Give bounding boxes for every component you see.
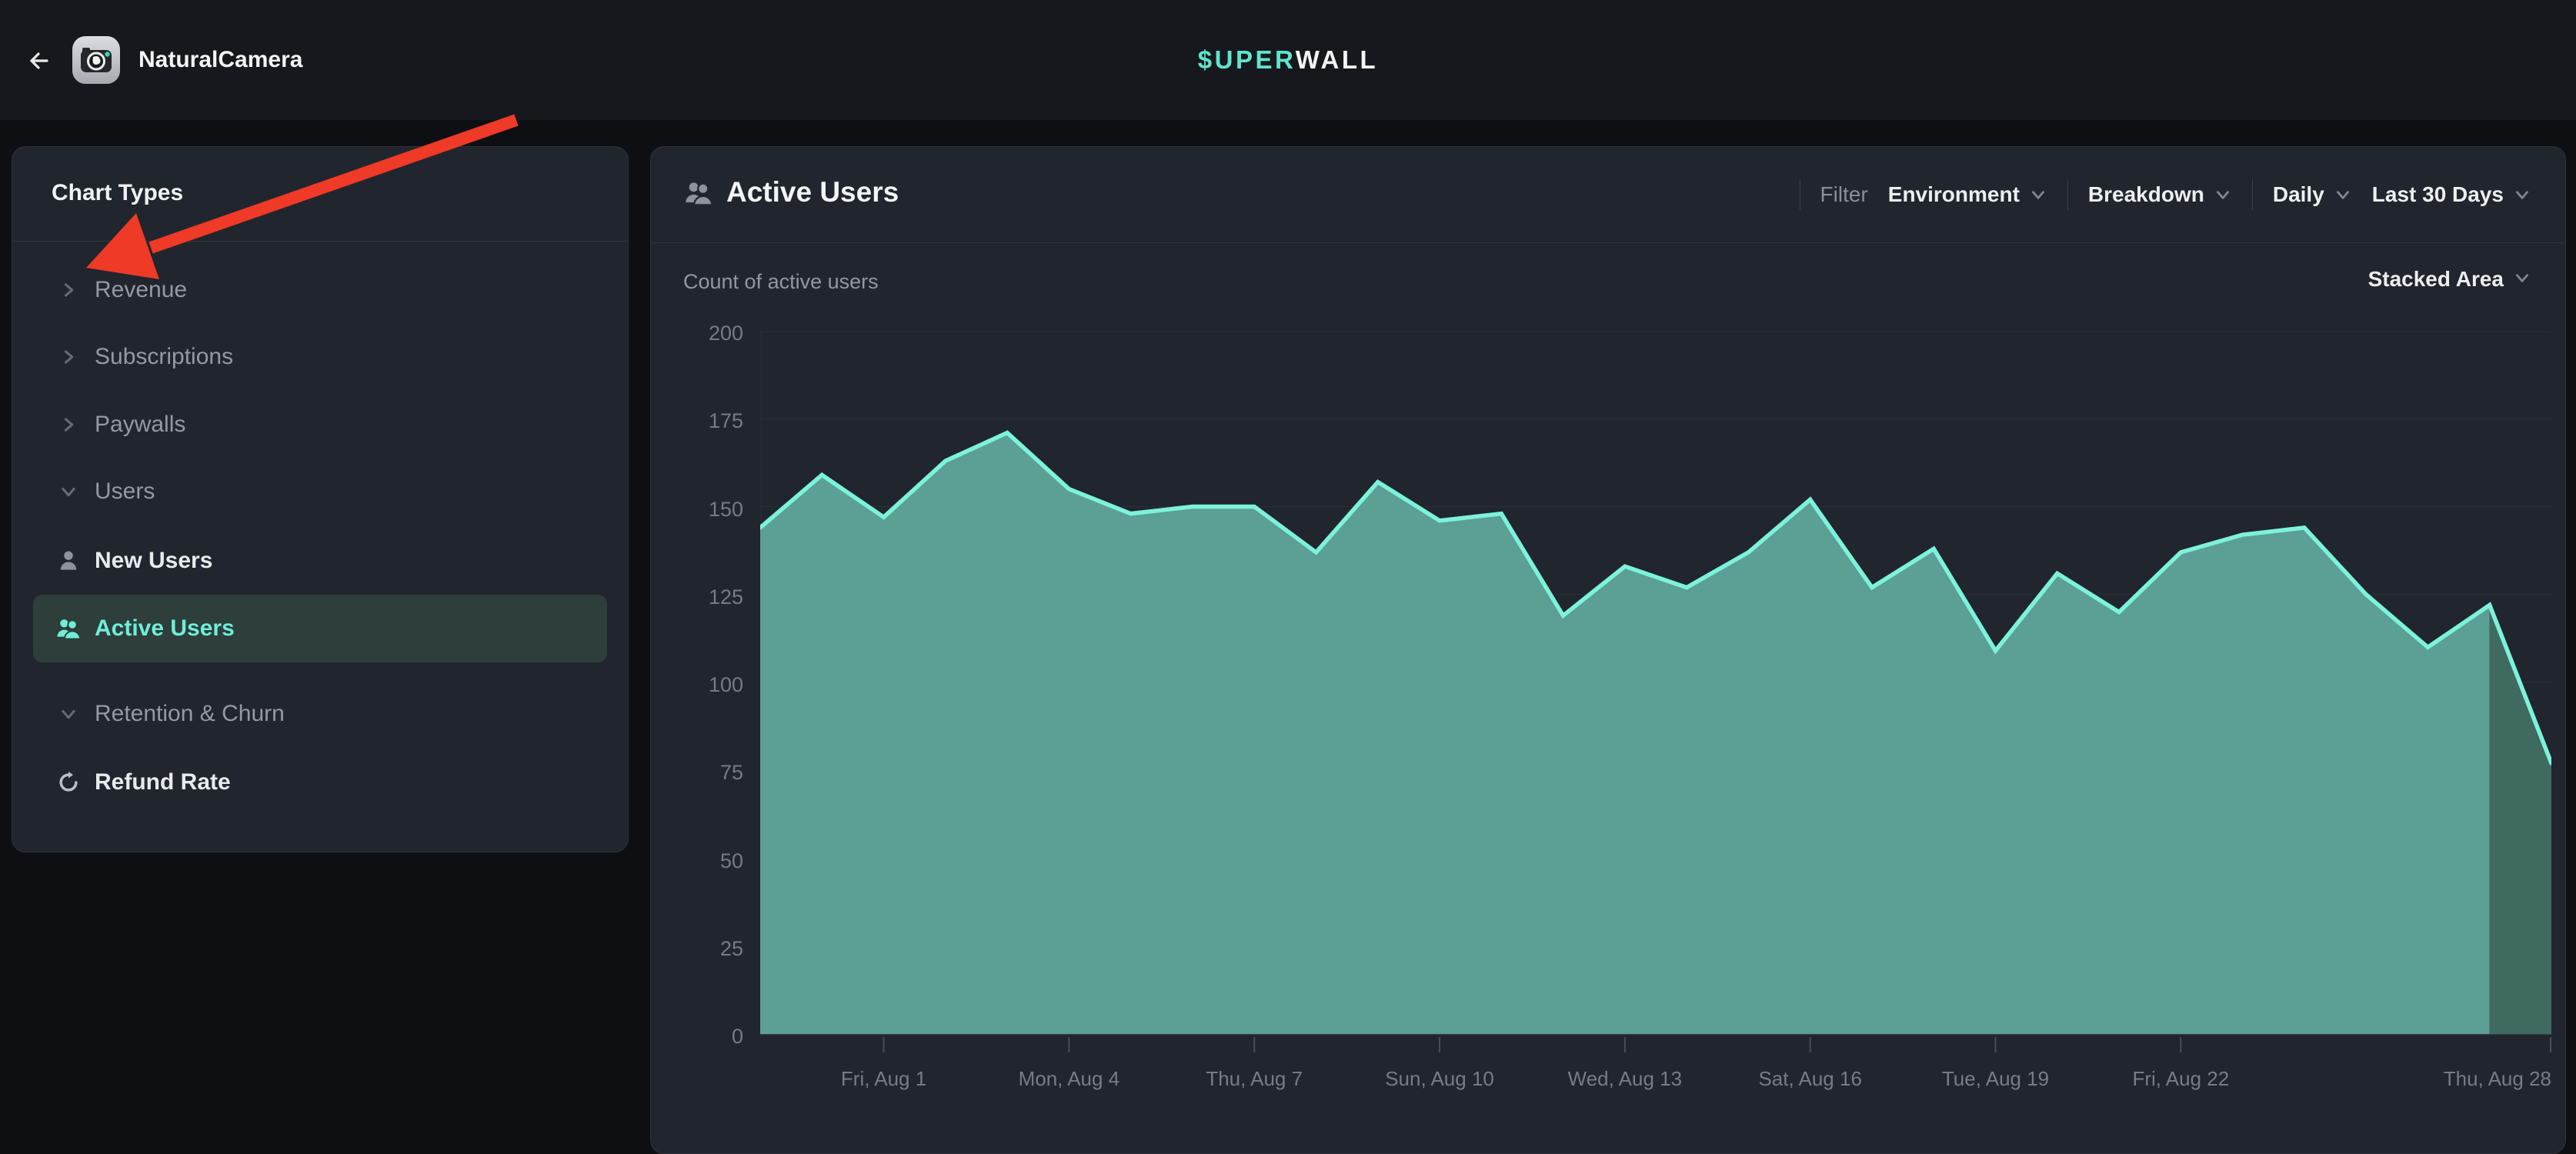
- y-axis-label: 200: [659, 322, 743, 345]
- sidebar-item-label: Revenue: [95, 277, 187, 303]
- chevron-right-icon: [58, 347, 78, 367]
- sidebar-item-subscriptions[interactable]: Subscriptions: [33, 323, 607, 391]
- sidebar-item-label: Retention & Churn: [95, 701, 285, 727]
- chevron-right-icon: [58, 415, 78, 435]
- active-users-panel: Active Users Filter Environment Breakdown D…: [650, 146, 2566, 1154]
- app-root: { "topbar": { "app_name": "NaturalCamera…: [0, 0, 2576, 1112]
- superwall-logo: $UPERWALL: [1198, 0, 1378, 120]
- filter-value: Environment: [1888, 182, 2020, 207]
- y-axis-label: 150: [659, 498, 743, 521]
- sidebar-item-retention-churn[interactable]: Retention & Churn: [33, 680, 607, 748]
- filter-daily-dropdown[interactable]: Daily: [2273, 182, 2352, 207]
- chevron-down-icon: [58, 482, 78, 502]
- controls-divider: [2252, 179, 2253, 210]
- sidebar-title: Chart Types: [52, 180, 183, 206]
- chevron-down-icon: [2513, 185, 2531, 204]
- filter-value: Daily: [2273, 182, 2324, 207]
- sidebar-item-active-users[interactable]: Active Users: [33, 595, 607, 662]
- back-arrow-icon: [32, 54, 47, 68]
- chevron-down-icon: [2029, 185, 2047, 204]
- area-chart-plot[interactable]: [760, 331, 2551, 1054]
- sidebar-item-label: New Users: [95, 548, 212, 574]
- filter-last-30-days-dropdown[interactable]: Last 30 Days: [2372, 182, 2531, 207]
- top-bar: NaturalCamera $UPERWALL: [0, 0, 2576, 120]
- sidebar-item-revenue[interactable]: Revenue: [33, 256, 607, 324]
- filter-environment-dropdown[interactable]: Environment: [1888, 182, 2047, 207]
- chevron-right-icon: [58, 280, 78, 300]
- x-axis-label: Sat, Aug 16: [1758, 1067, 1861, 1090]
- y-axis-label: 0: [659, 1025, 743, 1048]
- x-axis-label: Mon, Aug 4: [1019, 1067, 1120, 1090]
- user-icon: [57, 549, 80, 572]
- x-axis-label: Tue, Aug 19: [1942, 1067, 2049, 1090]
- chevron-down-icon: [58, 704, 78, 724]
- app-icon-tile: [72, 36, 120, 84]
- chart-style-dropdown[interactable]: Stacked Area: [2368, 267, 2531, 292]
- filter-breakdown-dropdown[interactable]: Breakdown: [2088, 182, 2232, 207]
- x-axis-label: Thu, Aug 7: [1206, 1067, 1303, 1090]
- y-axis-label: 125: [659, 585, 743, 609]
- sidebar-item-label: Active Users: [95, 615, 235, 642]
- sidebar-item-label: Users: [95, 479, 155, 505]
- chevron-down-icon: [2334, 185, 2352, 204]
- controls-divider: [2067, 179, 2068, 210]
- filter-label: Filter: [1820, 182, 1868, 207]
- x-axis-label: Fri, Aug 1: [841, 1067, 926, 1090]
- y-axis-label: 100: [659, 673, 743, 696]
- panel-title: Active Users: [726, 176, 899, 208]
- sidebar-item-label: Subscriptions: [95, 344, 233, 370]
- y-axis-label: 50: [659, 849, 743, 872]
- chevron-down-icon: [2214, 185, 2232, 204]
- sidebar-item-label: Paywalls: [95, 412, 185, 438]
- chart-style-value: Stacked Area: [2368, 267, 2504, 292]
- y-axis-label: 175: [659, 409, 743, 432]
- camera-icon: [72, 36, 120, 84]
- filter-value: Breakdown: [2088, 182, 2204, 207]
- sidebar-item-users[interactable]: Users: [33, 458, 607, 525]
- x-axis-label: Thu, Aug 28: [2444, 1067, 2551, 1090]
- back-button[interactable]: [23, 46, 54, 75]
- x-axis-label: Sun, Aug 10: [1385, 1067, 1494, 1090]
- refresh-icon: [57, 771, 80, 794]
- x-axis-label: Fri, Aug 22: [2132, 1067, 2229, 1090]
- area-fill: [760, 433, 2490, 1034]
- y-axis-label: 75: [659, 761, 743, 784]
- area-fill-partial: [2490, 605, 2551, 1034]
- logo-prefix: $UPER: [1198, 45, 1296, 74]
- sidebar-item-refund-rate[interactable]: Refund Rate: [33, 749, 607, 816]
- camera-led-dot: [105, 52, 109, 56]
- filter-value: Last 30 Days: [2372, 182, 2504, 207]
- sidebar-item-new-users[interactable]: New Users: [33, 527, 607, 595]
- y-axis-label: 25: [659, 937, 743, 960]
- sidebar-item-label: Refund Rate: [95, 769, 231, 795]
- sidebar-divider: [12, 241, 628, 242]
- chart-types-sidebar: Chart Types Revenue Subscriptions Paywalls…: [12, 146, 629, 852]
- chart-subtitle: Count of active users: [683, 270, 879, 294]
- chevron-down-icon: [2513, 268, 2531, 287]
- filter-controls: Filter Environment Breakdown Daily Last 30 D…: [1800, 147, 2531, 242]
- users-header-icon: [683, 181, 714, 205]
- panel-header-divider: [651, 242, 2565, 243]
- users-icon: [55, 618, 82, 639]
- sidebar-item-paywalls[interactable]: Paywalls: [33, 391, 607, 459]
- logo-suffix: WALL: [1296, 45, 1378, 74]
- app-name: NaturalCamera: [138, 0, 302, 120]
- x-axis-label: Wed, Aug 13: [1568, 1067, 1682, 1090]
